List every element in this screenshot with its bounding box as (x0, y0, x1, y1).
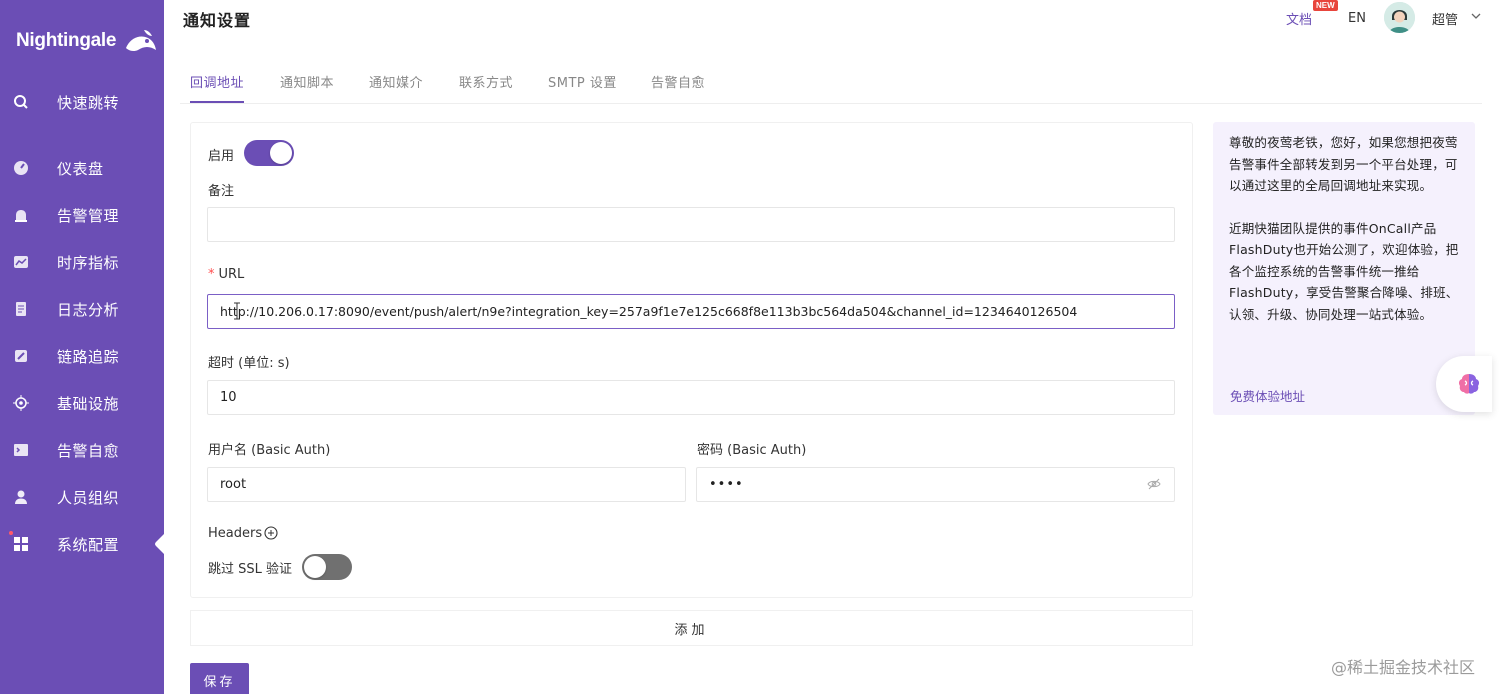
chart-icon (13, 254, 29, 270)
skip-ssl-toggle[interactable] (302, 554, 352, 580)
free-trial-link[interactable]: 免费体验地址 (1230, 386, 1305, 405)
toggle-knob (270, 142, 292, 164)
nightingale-bird-icon (126, 30, 157, 52)
enable-label: 启用 (208, 149, 235, 164)
text-cursor-icon (234, 302, 240, 320)
timeout-label: 超时 (单位: s) (208, 356, 290, 371)
sidebar-item-self-heal[interactable]: 告警自愈 (0, 430, 164, 470)
username-input[interactable]: root (207, 467, 686, 502)
info-paragraph-1: 尊敬的夜莺老铁，您好，如果您想把夜莺告警事件全部转发到另一个平台处理，可以通过这… (1229, 135, 1458, 193)
sidebar-item-label: 链路追踪 (57, 347, 120, 366)
sidebar-item-label: 告警管理 (57, 206, 120, 225)
docs-link[interactable]: 文档 (1286, 9, 1312, 28)
save-button[interactable]: 保存 (190, 663, 249, 694)
alarm-icon (13, 207, 29, 223)
note-input[interactable] (207, 207, 1175, 242)
timeout-input[interactable]: 10 (207, 380, 1175, 415)
language-switch[interactable]: EN (1348, 11, 1366, 26)
headers-label: Headers (208, 526, 263, 541)
password-input[interactable]: •••• (696, 467, 1175, 502)
tab-active-indicator (190, 101, 244, 103)
sidebar-item-system-config[interactable]: 系统配置 (0, 524, 166, 564)
search-icon (13, 94, 29, 110)
page-title: 通知设置 (183, 11, 252, 30)
url-input[interactable]: http://10.206.0.17:8090/event/push/alert… (207, 294, 1175, 329)
tab-contacts[interactable]: 联系方式 (459, 72, 513, 91)
avatar[interactable] (1384, 2, 1415, 33)
toggle-knob (304, 556, 326, 578)
url-label-text: URL (218, 267, 245, 282)
eye-invisible-icon[interactable] (1147, 477, 1161, 491)
watermark: @稀土掘金技术社区 (1331, 658, 1476, 677)
sidebar-item-label: 快速跳转 (57, 93, 120, 112)
user-icon (13, 489, 29, 505)
required-mark: * (208, 267, 215, 282)
logo[interactable]: Nightingale (16, 26, 158, 56)
user-name[interactable]: 超管 (1432, 9, 1458, 28)
brain-icon (1458, 374, 1480, 394)
sidebar-item-label: 时序指标 (57, 253, 120, 272)
password-label: 密码 (Basic Auth) (697, 443, 807, 458)
url-label: * URL (208, 267, 244, 282)
sidebar-item-tracing[interactable]: 链路追踪 (0, 336, 164, 376)
sidebar-item-metrics[interactable]: 时序指标 (0, 242, 164, 282)
info-panel: 尊敬的夜莺老铁，您好，如果您想把夜莺告警事件全部转发到另一个平台处理，可以通过这… (1213, 122, 1475, 415)
sidebar-item-infra[interactable]: 基础设施 (0, 383, 164, 423)
sidebar-item-label: 基础设施 (57, 394, 120, 413)
sidebar-item-label: 日志分析 (57, 300, 120, 319)
tab-callback-url[interactable]: 回调地址 (190, 72, 244, 91)
sidebar-item-alarm[interactable]: 告警管理 (0, 195, 164, 235)
note-label: 备注 (208, 184, 235, 199)
add-button[interactable]: 添加 (190, 610, 1193, 646)
password-value: •••• (709, 477, 744, 492)
plus-circle-icon[interactable] (264, 526, 278, 540)
sidebar-item-dashboard[interactable]: 仪表盘 (0, 148, 164, 188)
sidebar-item-users[interactable]: 人员组织 (0, 477, 164, 517)
dashboard-icon (13, 160, 29, 176)
sidebar-item-label: 告警自愈 (57, 441, 120, 460)
trace-icon (13, 348, 29, 364)
avatar-image (1384, 2, 1415, 33)
enable-toggle[interactable] (244, 140, 294, 166)
callback-form-card (190, 122, 1193, 598)
grid-icon (13, 536, 29, 552)
target-icon (13, 395, 29, 411)
tab-smtp[interactable]: SMTP 设置 (548, 72, 617, 91)
skip-ssl-label: 跳过 SSL 验证 (208, 562, 293, 577)
tab-divider (180, 103, 1482, 104)
info-paragraph-2: 近期快猫团队提供的事件OnCall产品FlashDuty也开始公测了，欢迎体验，… (1229, 220, 1459, 322)
sidebar-item-logs[interactable]: 日志分析 (0, 289, 164, 329)
terminal-icon (13, 442, 29, 458)
sidebar-item-label: 人员组织 (57, 488, 120, 507)
log-icon (13, 301, 29, 317)
username-label: 用户名 (Basic Auth) (208, 443, 331, 458)
sidebar: Nightingale 快速跳转 仪表盘 告警管理 时序指标 日志分析 链路追踪… (0, 0, 166, 694)
sidebar-item-label: 仪表盘 (57, 159, 104, 178)
tab-notify-media[interactable]: 通知媒介 (369, 72, 423, 91)
floating-assistant-button[interactable] (1436, 356, 1492, 412)
tab-notify-script[interactable]: 通知脚本 (280, 72, 334, 91)
sidebar-item-quick-jump[interactable]: 快速跳转 (0, 82, 164, 122)
chevron-down-icon[interactable] (1470, 10, 1482, 22)
notification-dot (9, 531, 13, 535)
logo-text: Nightingale (16, 30, 117, 51)
active-indicator (155, 532, 166, 556)
new-badge: NEW (1313, 0, 1338, 11)
sidebar-item-label: 系统配置 (57, 535, 120, 554)
tab-self-heal[interactable]: 告警自愈 (651, 72, 705, 91)
